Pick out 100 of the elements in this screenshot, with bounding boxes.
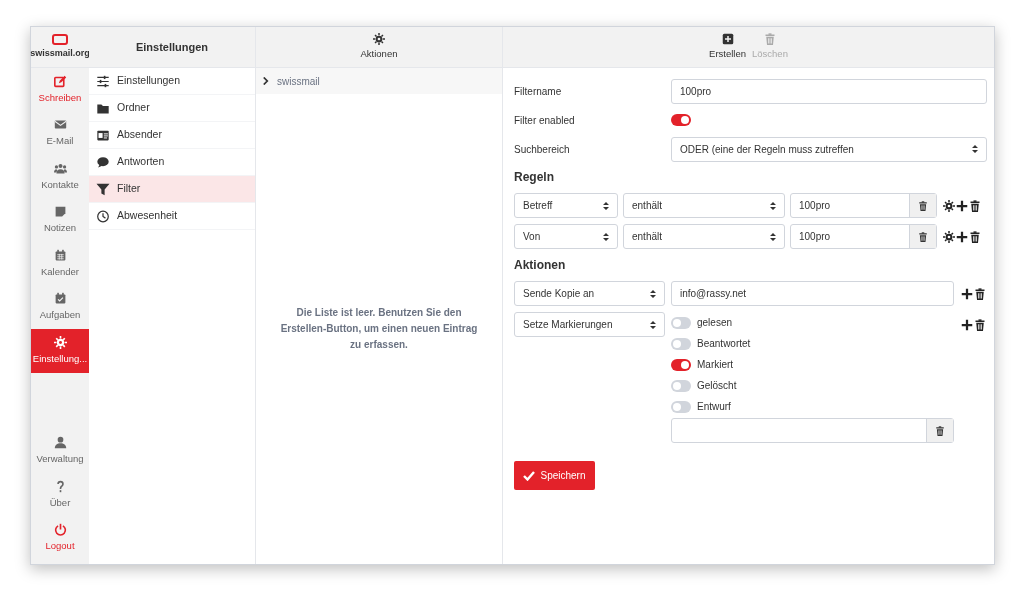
plus-button[interactable] (961, 318, 973, 331)
section-heading: Aktionen (514, 257, 567, 274)
trash-button[interactable] (909, 194, 936, 217)
toggle-switch[interactable] (671, 114, 691, 126)
filter-icon (96, 182, 110, 196)
plus-icon (956, 199, 968, 212)
toggle-label: Markiert (697, 358, 734, 372)
gear-icon (53, 335, 67, 349)
delete-button: Löschen (752, 32, 788, 62)
panel-title: Einstellungen (135, 39, 209, 55)
speech-bubble-icon (96, 155, 110, 169)
plus-square-icon (721, 32, 734, 45)
toggle-label: Gelöscht (697, 379, 737, 393)
sort-caret-icon (603, 232, 609, 241)
trash-icon (763, 32, 776, 45)
trash-button[interactable] (909, 225, 936, 248)
plus-button[interactable] (961, 287, 973, 300)
trash-button[interactable] (974, 318, 986, 331)
field-label: Filter enabled (514, 113, 576, 128)
select-field[interactable]: Von (514, 224, 618, 249)
pencil-square-icon (53, 74, 67, 88)
input-field[interactable]: info@rassy.net (671, 281, 954, 306)
trash-icon (969, 199, 981, 212)
calendar-check-icon (53, 292, 67, 306)
settings-item[interactable]: Filter (89, 176, 255, 203)
clock-icon (96, 209, 110, 223)
gear-icon (943, 199, 955, 212)
sort-caret-icon (603, 201, 609, 210)
nav-item[interactable]: Logout (31, 516, 89, 560)
trash-icon (918, 230, 928, 243)
toggle-label: Entwurf (697, 400, 731, 414)
trash-button[interactable] (969, 199, 981, 212)
trash-button[interactable] (926, 419, 953, 442)
plus-icon (961, 318, 973, 331)
sort-caret-icon (770, 232, 776, 241)
trash-icon (974, 318, 986, 331)
toggle-label: gelesen (697, 316, 733, 330)
nav-item[interactable]: Verwaltung (31, 429, 89, 473)
gear-button[interactable] (943, 230, 955, 243)
nav-item[interactable]: Schreiben (31, 68, 89, 112)
input-field[interactable]: 100pro (790, 193, 937, 218)
plus-button[interactable] (956, 230, 968, 243)
actions-button[interactable]: Aktionen (360, 32, 398, 62)
toggle-switch[interactable] (671, 379, 691, 392)
trash-icon (974, 287, 986, 300)
people-icon (53, 161, 67, 175)
folder-icon (96, 101, 110, 115)
brand-name: swissmail.org (30, 46, 90, 60)
toggle-switch[interactable] (671, 400, 691, 413)
toggle-switch[interactable] (671, 358, 691, 371)
select-field[interactable]: Setze Markierungen (514, 312, 665, 337)
create-button[interactable]: Erstellen (709, 32, 746, 62)
nav-item[interactable]: Aufgaben (31, 285, 89, 329)
toggle-label: Beantwortet (697, 337, 751, 351)
empty-list-message: Die Liste ist leer. Benutzen Sie den Erstellen-Button, um einen neuen Eintrag zu erfassen. (280, 306, 478, 352)
plus-icon (961, 287, 973, 300)
section-heading: Regeln (514, 169, 555, 186)
input-field[interactable]: 100pro (790, 224, 937, 249)
select-field[interactable]: Sende Kopie an (514, 281, 665, 306)
gear-icon (943, 230, 955, 243)
trash-icon (935, 424, 945, 437)
toggle-switch[interactable] (671, 337, 691, 350)
nav-item[interactable]: Kalender (31, 242, 89, 286)
person-icon (53, 436, 67, 450)
field-label: Filtername (514, 84, 563, 99)
select-field[interactable]: enthält (623, 193, 785, 218)
logo-icon (52, 33, 68, 45)
tree-item[interactable]: swissmail (256, 68, 502, 94)
nav-item[interactable]: E-Mail (31, 111, 89, 155)
toggle-switch[interactable] (671, 316, 691, 329)
power-icon (53, 523, 67, 537)
trash-icon (969, 230, 981, 243)
nav-item[interactable]: Über (31, 473, 89, 517)
note-icon (53, 205, 67, 219)
trash-button[interactable] (969, 230, 981, 243)
input-field[interactable] (671, 418, 954, 443)
field-label: Suchbereich (514, 142, 571, 157)
plus-icon (956, 230, 968, 243)
sliders-icon (96, 74, 110, 88)
nav-item[interactable]: Einstellung... (31, 329, 89, 373)
calendar-icon (53, 248, 67, 262)
select-field[interactable]: enthält (623, 224, 785, 249)
gear-button[interactable] (943, 199, 955, 212)
sort-caret-icon (650, 320, 656, 329)
select-field[interactable]: Betreff (514, 193, 618, 218)
input-field[interactable]: 100pro (671, 78, 987, 104)
checkmark-icon (523, 470, 536, 481)
save-button[interactable]: Speichern (514, 461, 595, 490)
chevron-right-icon (262, 77, 269, 85)
trash-button[interactable] (974, 287, 986, 300)
sort-caret-icon (770, 201, 776, 210)
select-field[interactable]: ODER (eine der Regeln muss zutreffen (671, 136, 987, 162)
nav-item[interactable]: Kontakte (31, 155, 89, 199)
plus-button[interactable] (956, 199, 968, 212)
id-card-icon (96, 128, 110, 142)
trash-icon (918, 199, 928, 212)
sort-caret-icon (650, 289, 656, 298)
envelope-icon (53, 118, 67, 132)
nav-item[interactable]: Notizen (31, 198, 89, 242)
gear-icon (373, 32, 385, 45)
